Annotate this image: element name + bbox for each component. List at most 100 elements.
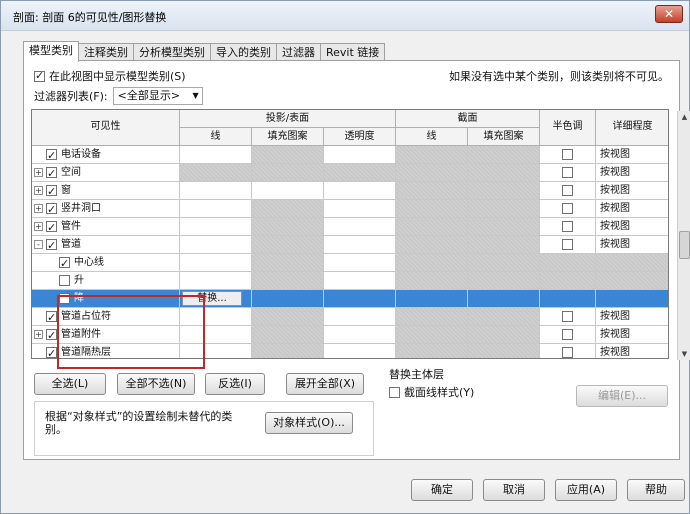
category-name-cell[interactable]: 降 xyxy=(32,290,180,308)
show-model-categories-row[interactable]: 在此视图中显示模型类别(S) xyxy=(34,68,186,84)
halftone-cell xyxy=(540,236,596,254)
category-name-cell[interactable]: 电话设备 xyxy=(32,146,180,164)
expand-all-button[interactable]: 展开全部(X) xyxy=(286,373,364,395)
halftone-cell xyxy=(540,254,596,272)
category-visibility-checkbox[interactable] xyxy=(46,219,57,235)
halftone-checkbox[interactable] xyxy=(561,167,573,178)
detail-level-cell[interactable]: 按视图 xyxy=(596,182,668,200)
category-visibility-checkbox[interactable] xyxy=(59,255,70,271)
category-name-cell[interactable]: + 空间 xyxy=(32,164,180,182)
detail-level-cell[interactable]: 按视图 xyxy=(596,308,668,326)
scroll-up-icon[interactable]: ▲ xyxy=(678,111,690,123)
cutfill-cell xyxy=(468,326,540,344)
ok-button[interactable]: 确定 xyxy=(411,479,473,501)
cutlines-cell xyxy=(396,326,468,344)
halftone-cell xyxy=(540,200,596,218)
fill-cell xyxy=(252,308,324,326)
cut-line-styles-checkbox[interactable] xyxy=(389,386,400,398)
collapse-icon[interactable]: - xyxy=(34,239,43,249)
tab-model-categories[interactable]: 模型类别 xyxy=(23,41,79,62)
filter-list-value: <全部显示> xyxy=(117,89,181,102)
apply-button[interactable]: 应用(A) xyxy=(555,479,617,501)
cutfill-cell xyxy=(468,236,540,254)
scroll-down-icon[interactable]: ▼ xyxy=(678,348,690,360)
category-name: 管道 xyxy=(61,239,81,250)
detail-level-cell[interactable]: 按视图 xyxy=(596,344,668,358)
category-name-cell[interactable]: 管道占位符 xyxy=(32,308,180,326)
select-none-button[interactable]: 全部不选(N) xyxy=(117,373,195,395)
expand-icon[interactable]: + xyxy=(34,329,43,339)
category-visibility-checkbox[interactable] xyxy=(59,274,70,286)
cutlines-cell xyxy=(396,164,468,182)
category-name-cell[interactable]: 管道隔热层 xyxy=(32,344,180,358)
fill-cell xyxy=(252,182,324,200)
category-name-cell[interactable]: + 竖井洞口 xyxy=(32,200,180,218)
detail-level-cell[interactable]: 按视图 xyxy=(596,236,668,254)
category-visibility-checkbox[interactable] xyxy=(46,165,57,181)
title-bar: 剖面: 剖面 6的可见性/图形替换 ✕ xyxy=(1,1,689,31)
category-visibility-checkbox[interactable] xyxy=(46,237,57,253)
help-button[interactable]: 帮助 xyxy=(627,479,685,501)
show-model-categories-checkbox[interactable] xyxy=(34,69,45,82)
expand-icon[interactable]: + xyxy=(34,203,43,213)
halftone-checkbox[interactable] xyxy=(561,221,573,232)
category-name-cell[interactable]: 中心线 xyxy=(32,254,180,272)
invert-selection-button[interactable]: 反选(I) xyxy=(205,373,265,395)
expand-icon[interactable]: + xyxy=(34,167,43,177)
cutlines-cell xyxy=(396,308,468,326)
detail-level-cell[interactable]: 按视图 xyxy=(596,218,668,236)
expand-icon[interactable]: + xyxy=(34,185,43,195)
description-text: 根据“对象样式”的设置绘制未替代的类别。 xyxy=(45,410,233,436)
cutfill-cell xyxy=(468,254,540,272)
category-visibility-checkbox[interactable] xyxy=(46,309,57,325)
close-button[interactable]: ✕ xyxy=(655,5,683,23)
object-styles-button[interactable]: 对象样式(O)... xyxy=(265,412,353,434)
halftone-cell xyxy=(540,308,596,326)
category-name: 中心线 xyxy=(74,257,104,268)
cut-line-styles-row[interactable]: 截面线样式(Y) xyxy=(389,384,474,400)
category-visibility-checkbox[interactable] xyxy=(46,327,57,343)
scroll-thumb[interactable] xyxy=(679,231,690,259)
fill-cell xyxy=(252,290,324,308)
lines-cell xyxy=(180,200,252,218)
category-visibility-checkbox[interactable] xyxy=(46,201,57,217)
category-name-cell[interactable]: + 管件 xyxy=(32,218,180,236)
detail-level-cell[interactable]: 按视图 xyxy=(596,164,668,182)
header-cut-fill-pattern: 填充图案 xyxy=(468,128,540,146)
halftone-checkbox[interactable] xyxy=(561,185,573,196)
halftone-checkbox[interactable] xyxy=(561,329,573,340)
category-name: 空间 xyxy=(61,167,81,178)
category-table: 可见性 投影/表面 线 填充图案 透明度 截面 线 填充图案 半色调 详细程度 … xyxy=(31,109,669,359)
edit-button[interactable]: 编辑(E)... xyxy=(576,385,668,407)
halftone-checkbox[interactable] xyxy=(561,149,573,160)
detail-level-cell[interactable]: 按视图 xyxy=(596,326,668,344)
table-scrollbar[interactable]: ▲ ▼ xyxy=(677,111,690,360)
category-visibility-checkbox[interactable] xyxy=(46,183,57,199)
transp-cell xyxy=(324,254,396,272)
fill-cell xyxy=(252,344,324,358)
category-visibility-checkbox[interactable] xyxy=(46,345,57,358)
halftone-checkbox[interactable] xyxy=(561,203,573,214)
override-button[interactable]: 替换... xyxy=(182,291,242,306)
halftone-checkbox[interactable] xyxy=(561,347,573,358)
cutlines-cell xyxy=(396,236,468,254)
cutfill-cell xyxy=(468,218,540,236)
cancel-button[interactable]: 取消 xyxy=(483,479,545,501)
expand-icon[interactable]: + xyxy=(34,221,43,231)
halftone-checkbox[interactable] xyxy=(561,311,573,322)
category-visibility-checkbox[interactable] xyxy=(59,292,70,304)
category-visibility-checkbox[interactable] xyxy=(46,147,57,163)
detail-level-cell[interactable]: 按视图 xyxy=(596,146,668,164)
halftone-checkbox[interactable] xyxy=(561,239,573,250)
cutlines-cell xyxy=(396,200,468,218)
category-name-cell[interactable]: - 管道 xyxy=(32,236,180,254)
filter-list-select[interactable]: <全部显示> ▼ xyxy=(112,87,203,105)
header-cut-lines: 线 xyxy=(396,128,468,146)
select-all-button[interactable]: 全选(L) xyxy=(34,373,106,395)
cutlines-cell xyxy=(396,272,468,290)
category-name-cell[interactable]: + 管道附件 xyxy=(32,326,180,344)
category-name-cell[interactable]: +窗 xyxy=(32,182,180,200)
detail-level-cell[interactable]: 按视图 xyxy=(596,200,668,218)
category-name-cell[interactable]: 升 xyxy=(32,272,180,290)
header-transparency: 透明度 xyxy=(324,128,396,146)
